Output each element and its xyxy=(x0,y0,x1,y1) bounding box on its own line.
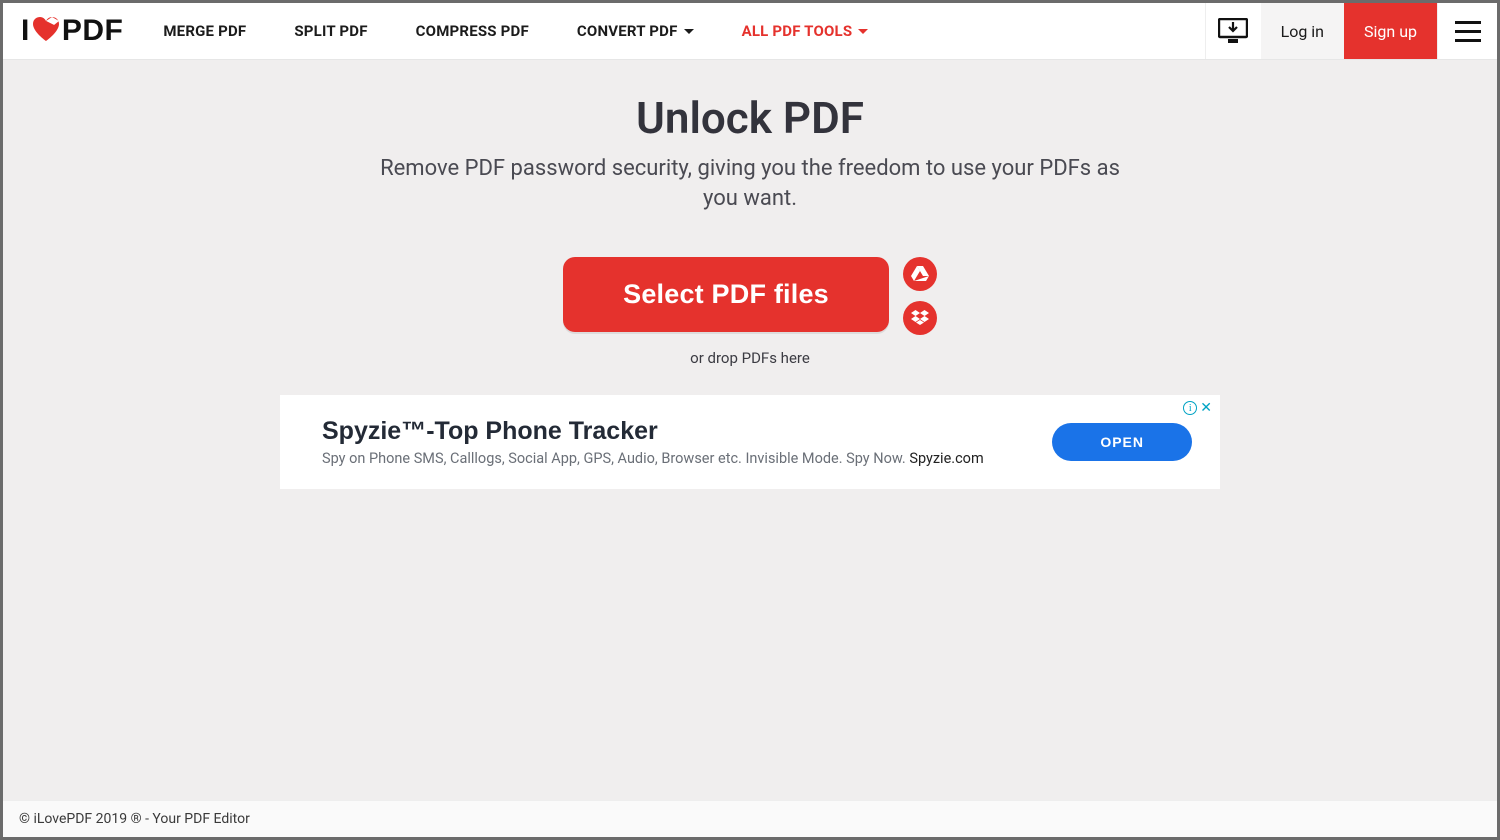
ad-description: Spy on Phone SMS, Calllogs, Social App, … xyxy=(322,450,1052,467)
ad-text: Spyzie™-Top Phone Tracker Spy on Phone S… xyxy=(322,417,1052,467)
nav-links: MERGE PDF SPLIT PDF COMPRESS PDF CONVERT… xyxy=(163,22,868,40)
login-button[interactable]: Log in xyxy=(1261,3,1344,59)
page-subtitle: Remove PDF password security, giving you… xyxy=(370,154,1130,213)
google-drive-button[interactable] xyxy=(903,257,937,291)
ad-banner[interactable]: Spyzie™-Top Phone Tracker Spy on Phone S… xyxy=(280,395,1220,489)
top-navbar: I PDF MERGE PDF SPLIT PDF COMPRESS PDF C… xyxy=(3,3,1497,60)
hero: Unlock PDF Remove PDF password security,… xyxy=(3,92,1497,213)
ad-close-icon[interactable]: ✕ xyxy=(1200,401,1212,415)
desktop-download-icon xyxy=(1218,18,1248,44)
logo-suffix: PDF xyxy=(62,14,124,48)
page-title: Unlock PDF xyxy=(43,92,1457,144)
footer: © iLovePDF 2019 ® - Your PDF Editor xyxy=(3,800,1497,837)
ad-choices: i ✕ xyxy=(1183,401,1212,415)
nav-convert-label: CONVERT PDF xyxy=(577,22,678,40)
dropbox-button[interactable] xyxy=(903,301,937,335)
ad-open-button[interactable]: OPEN xyxy=(1052,423,1192,461)
dropbox-icon xyxy=(911,310,929,326)
topbar-right: Log in Sign up xyxy=(1205,3,1497,59)
nav-all-tools[interactable]: ALL PDF TOOLS xyxy=(742,22,869,40)
heart-icon xyxy=(32,16,60,50)
signup-button[interactable]: Sign up xyxy=(1344,3,1437,59)
desktop-app-button[interactable] xyxy=(1205,3,1261,59)
brand-logo[interactable]: I PDF xyxy=(21,14,123,48)
nav-convert[interactable]: CONVERT PDF xyxy=(577,22,694,40)
nav-compress[interactable]: COMPRESS PDF xyxy=(416,22,529,40)
cloud-buttons xyxy=(903,257,937,335)
chevron-down-icon xyxy=(858,29,868,34)
google-drive-icon xyxy=(911,266,929,282)
drop-hint: or drop PDFs here xyxy=(3,349,1497,367)
file-picker-row: Select PDF files xyxy=(3,257,1497,335)
select-files-button[interactable]: Select PDF files xyxy=(563,257,889,332)
nav-merge[interactable]: MERGE PDF xyxy=(163,22,246,40)
chevron-down-icon xyxy=(684,29,694,34)
ad-title: Spyzie™-Top Phone Tracker xyxy=(322,417,1052,446)
ad-info-icon[interactable]: i xyxy=(1183,401,1197,415)
nav-split[interactable]: SPLIT PDF xyxy=(294,22,367,40)
footer-text: © iLovePDF 2019 ® - Your PDF Editor xyxy=(19,811,250,827)
menu-button[interactable] xyxy=(1437,3,1497,59)
logo-prefix: I xyxy=(21,14,30,48)
hamburger-icon xyxy=(1455,21,1481,42)
nav-all-tools-label: ALL PDF TOOLS xyxy=(742,22,853,40)
